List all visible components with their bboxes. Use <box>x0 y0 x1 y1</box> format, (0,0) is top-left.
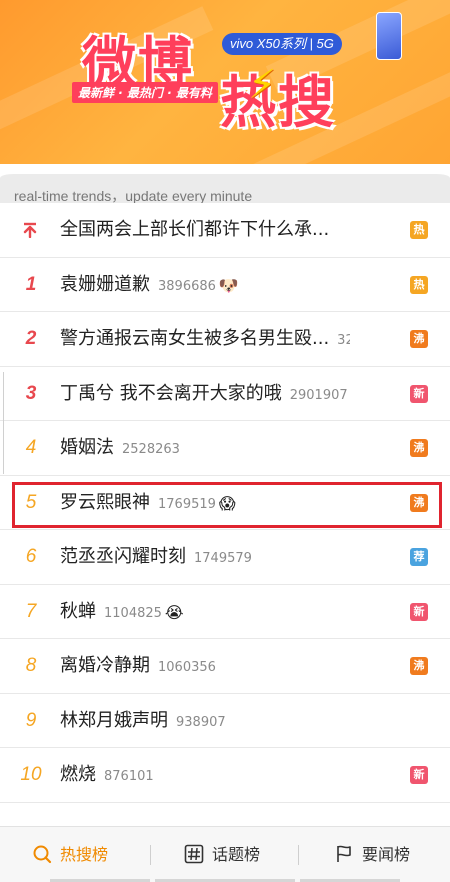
search-count: 876101 <box>104 769 154 784</box>
status-badge: 沸 <box>410 493 428 512</box>
trend-row[interactable]: 2 警方通报云南女生被多名男生殴... 327... 沸 <box>0 312 450 367</box>
divider <box>3 372 4 474</box>
trend-row[interactable]: 1 袁姗姗道歉 3896686 🐶 热 <box>0 257 450 314</box>
search-count: 938907 <box>176 714 226 730</box>
trend-title-line: 罗云熙眼神 1769519 😱 <box>60 476 236 532</box>
nav-topics[interactable]: 话题榜 <box>184 827 260 882</box>
bottom-navigation: 热搜榜 话题榜 要闻榜 <box>0 826 450 882</box>
rank-number: 10 <box>20 764 42 785</box>
hashtag-icon <box>184 844 204 864</box>
rank-number: 8 <box>25 655 37 676</box>
trend-row[interactable]: 6 范丞丞闪耀时刻 1749579 荐 <box>0 530 450 585</box>
emoji-icon: 🐶 <box>218 275 239 295</box>
banner-tagline: 最新鲜 · 最热门 · 最有料 <box>72 82 218 103</box>
trend-title: 秋蝉 <box>60 600 96 622</box>
nav-news-label: 要闻榜 <box>362 845 411 864</box>
trend-title-line: 燃烧 876101 <box>60 748 154 804</box>
trend-title-line: 丁禹兮 我不会离开大家的哦 2901907 <box>60 367 348 423</box>
search-count: 1749579 <box>194 551 252 566</box>
search-count: 327... <box>337 333 350 348</box>
status-badge: 新 <box>410 602 428 621</box>
nav-separator <box>298 845 299 865</box>
status-badge: 荐 <box>410 548 428 566</box>
status-badge: 新 <box>410 384 428 403</box>
trend-title: 林郑月娥声明 <box>60 709 168 731</box>
rank-number: 2 <box>25 328 37 349</box>
search-count: 1104825 <box>104 605 162 621</box>
rank-number: 7 <box>25 600 37 622</box>
nav-hot-search-label: 热搜榜 <box>60 845 109 864</box>
trend-row[interactable]: 9 林郑月娥声明 938907 <box>0 693 450 750</box>
rank-number: 9 <box>25 709 37 731</box>
rank-number: 6 <box>25 546 37 567</box>
search-count: 1769519 <box>158 496 216 512</box>
rank-number: 3 <box>25 382 37 404</box>
banner-title-resou: 热搜 <box>220 70 336 136</box>
status-badge: 沸 <box>410 657 428 675</box>
trend-title: 范丞丞闪耀时刻 <box>60 546 186 567</box>
status-badge: 沸 <box>410 439 428 457</box>
nav-separator <box>150 845 151 865</box>
trend-title-line: 离婚冷静期 1060356 <box>60 639 216 695</box>
rank-number: 5 <box>25 491 37 513</box>
trending-list: 全国两会上部长们都许下什么承... 热 1 袁姗姗道歉 3896686 🐶 热 2 警方通报云南… <box>0 203 450 857</box>
trend-title: 婚姻法 <box>60 437 114 458</box>
trend-title-line: 袁姗姗道歉 3896686 🐶 <box>60 258 239 314</box>
trend-title: 袁姗姗道歉 <box>60 273 150 295</box>
hot-search-banner: 微博 热搜 ⚡ vivo X50系列 | 5G 最新鲜 · 最热门 · 最有料 <box>0 0 450 164</box>
status-badge: 热 <box>410 275 428 294</box>
lightning-icon: ⚡ <box>248 62 277 108</box>
trend-row[interactable]: 3 丁禹兮 我不会离开大家的哦 2901907 新 <box>0 366 450 423</box>
trend-row[interactable]: 全国两会上部长们都许下什么承... 热 <box>0 203 450 258</box>
search-count: 2901907 <box>289 387 348 403</box>
trend-title-line: 婚姻法 2528263 <box>60 421 180 477</box>
flag-icon <box>337 845 351 862</box>
search-icon <box>33 845 52 864</box>
trend-title-line: 警方通报云南女生被多名男生殴... 327... <box>60 312 350 368</box>
trend-title: 燃烧 <box>60 764 96 785</box>
emoji-icon: 😭 <box>164 602 184 622</box>
update-notice: real-time trends，update every minute <box>0 164 450 206</box>
rank-number: 1 <box>25 273 37 295</box>
phone-image <box>376 12 402 60</box>
status-badge: 新 <box>410 766 428 784</box>
trend-title-line: 范丞丞闪耀时刻 1749579 <box>60 530 252 586</box>
status-badge: 热 <box>410 221 428 239</box>
nav-news[interactable]: 要闻榜 <box>334 827 410 882</box>
status-badge: 沸 <box>410 330 428 348</box>
trend-title: 全国两会上部长们都许下什么承... <box>60 219 330 240</box>
trend-title-line: 林郑月娥声明 938907 <box>60 694 226 750</box>
pin-top-icon <box>23 222 37 238</box>
trend-row[interactable]: 4 婚姻法 2528263 沸 <box>0 421 450 476</box>
trend-title: 丁禹兮 我不会离开大家的哦 <box>60 382 282 404</box>
search-count: 3896686 <box>158 278 216 294</box>
trend-row[interactable]: 8 离婚冷静期 1060356 沸 <box>0 639 450 694</box>
sponsor-badge: vivo X50系列 | 5G <box>222 33 342 55</box>
trend-title: 警方通报云南女生被多名男生殴... <box>60 328 330 349</box>
trend-title: 罗云熙眼神 <box>60 491 150 513</box>
rank-number: 4 <box>25 437 37 458</box>
emoji-icon: 😱 <box>218 493 236 513</box>
trend-row[interactable]: 5 罗云熙眼神 1769519 😱 沸 <box>0 475 450 532</box>
trend-title: 离婚冷静期 <box>60 655 150 676</box>
trend-title-line: 秋蝉 1104825 😭 <box>60 585 184 641</box>
trend-row[interactable]: 7 秋蝉 1104825 😭 新 <box>0 584 450 641</box>
nav-topics-label: 话题榜 <box>212 845 261 864</box>
trend-title-line: 全国两会上部长们都许下什么承... <box>60 203 329 257</box>
nav-hot-search[interactable]: 热搜榜 <box>32 827 108 882</box>
search-count: 2528263 <box>122 442 180 457</box>
trend-row[interactable]: 10 燃烧 876101 新 <box>0 748 450 803</box>
search-count: 1060356 <box>158 660 216 675</box>
